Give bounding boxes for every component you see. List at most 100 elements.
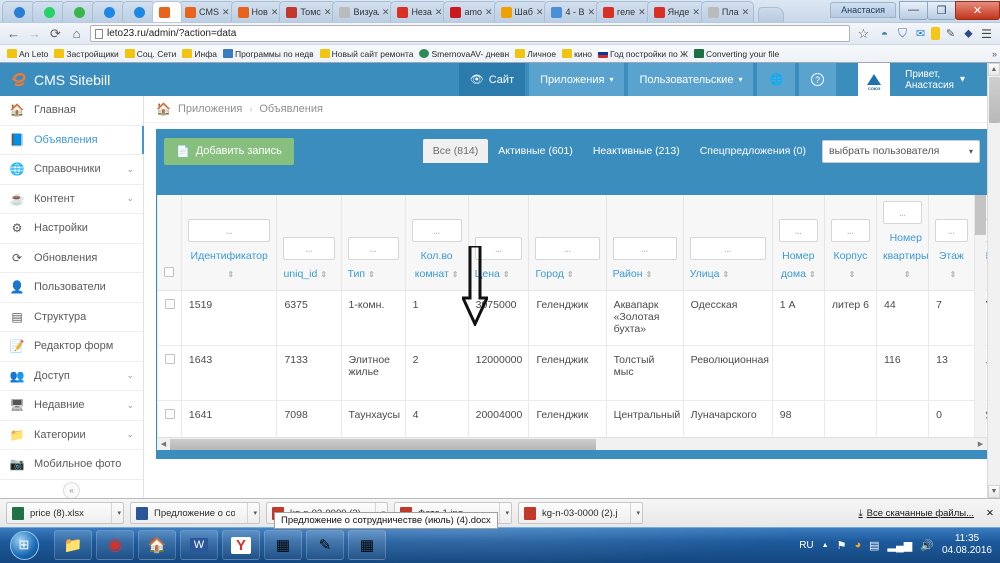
topnav-item-сайт[interactable]: 👁 Сайт xyxy=(458,63,526,96)
taskbar-yandex-button[interactable]: Y xyxy=(222,530,260,560)
close-icon[interactable]: ✕ xyxy=(485,7,493,18)
bookmark-item[interactable]: Соц. Сети xyxy=(122,49,180,59)
download-item[interactable]: kg-n-03-0000 (2).jpg ▾ xyxy=(518,502,643,524)
shield-icon[interactable]: ⛉ xyxy=(895,26,910,41)
column-header-label[interactable]: uniq_id xyxy=(283,268,317,280)
column-filter-district[interactable]: ... xyxy=(612,237,677,260)
sidebar-item-6[interactable]: 👤 Пользователи xyxy=(0,273,143,303)
filter-tab[interactable]: Спецпредложения (0) xyxy=(690,139,816,163)
column-filter-uniq_id[interactable]: ... xyxy=(283,237,335,260)
page-scroll-up-icon[interactable]: ▲ xyxy=(988,63,1000,76)
browser-tab[interactable]: Нов ✕ xyxy=(230,1,284,22)
extension-icon[interactable]: ⬥ xyxy=(961,26,976,41)
scroll-left-icon[interactable]: ◀ xyxy=(157,440,170,448)
table-row[interactable]: 1519 6375 1-комн. 1 3075000 Геленджик Аквапарк… xyxy=(157,290,987,346)
clock[interactable]: 11:35 04.08.2016 xyxy=(942,533,992,557)
show-all-downloads-link[interactable]: ⤓ Все скачанные файлы... xyxy=(858,508,974,519)
close-icon[interactable]: ✕ xyxy=(382,7,390,18)
table-horizontal-scrollbar[interactable]: ◀ ▶ xyxy=(157,437,987,450)
taskbar-paint-app-button[interactable]: ✎ xyxy=(306,530,344,560)
horizontal-scroll-thumb[interactable] xyxy=(170,438,597,450)
sort-icon[interactable]: ⇕ xyxy=(809,271,816,279)
column-filter-price[interactable]: ... xyxy=(474,237,523,260)
volume-bars-icon[interactable]: ▂▄▆ xyxy=(888,539,913,552)
language-indicator[interactable]: RU xyxy=(799,540,813,551)
network-icon[interactable]: ◕ xyxy=(854,539,861,551)
column-filter-street[interactable]: ... xyxy=(689,237,766,260)
close-downloads-bar-icon[interactable]: ✕ xyxy=(986,508,994,519)
page-info-icon[interactable] xyxy=(95,28,103,39)
column-header-label[interactable]: Этаж xyxy=(939,250,964,262)
column-header-label[interactable]: Тип xyxy=(348,268,366,280)
bookmarks-overflow-icon[interactable]: » xyxy=(992,49,997,59)
topnav-item-приложения[interactable]: Приложения ▾ xyxy=(529,63,625,96)
horizontal-scroll-track[interactable] xyxy=(170,438,974,450)
mail-icon[interactable]: ✉ xyxy=(913,26,928,41)
browser-tab[interactable]: Пла ✕ xyxy=(700,1,755,22)
taskbar-chrome-button[interactable]: ◉ xyxy=(96,530,134,560)
opera-icon[interactable]: ◓ xyxy=(877,26,892,41)
bookmark-item[interactable]: Год постройки по Ж xyxy=(595,49,691,59)
close-icon[interactable]: ✕ xyxy=(271,7,279,18)
column-header-label[interactable]: Цена xyxy=(475,268,500,280)
sort-icon[interactable]: ⇕ xyxy=(904,271,911,279)
browser-tab[interactable]: Томс ✕ xyxy=(279,1,337,22)
app-brand[interactable]: CMS Sitebill xyxy=(0,63,144,96)
sort-icon[interactable]: ⇕ xyxy=(950,271,957,279)
column-header-label[interactable]: Улица xyxy=(690,268,720,280)
bookmark-item[interactable]: Новый сайт ремонта xyxy=(317,49,417,59)
sort-icon[interactable]: ⇕ xyxy=(368,271,375,279)
window-user-tab[interactable]: Анастасия xyxy=(830,2,896,18)
window-minimize-button[interactable]: — xyxy=(899,0,928,20)
sort-icon[interactable]: ⇕ xyxy=(320,271,327,279)
bookmark-item[interactable]: Инфа xyxy=(179,49,220,59)
start-button[interactable]: ⊞ xyxy=(0,528,48,562)
bookmark-item[interactable]: Личное xyxy=(512,49,559,59)
sidebar-item-8[interactable]: 📝 Редактор форм xyxy=(0,332,143,362)
column-filter-rooms[interactable]: ... xyxy=(411,219,462,242)
new-tab-button[interactable] xyxy=(758,7,785,22)
taskbar-calculator-button[interactable]: ▦ xyxy=(348,530,386,560)
page-vertical-scrollbar[interactable]: ▲ ▼ xyxy=(987,63,1000,498)
filter-tab[interactable]: Все (814) xyxy=(422,139,489,163)
close-icon[interactable]: ✕ xyxy=(692,7,700,18)
sidebar-item-2[interactable]: 🌐 Справочники ⌄ xyxy=(0,155,143,185)
breadcrumb-parent[interactable]: Приложения xyxy=(178,103,242,115)
scroll-right-icon[interactable]: ▶ xyxy=(974,440,987,448)
column-header-label[interactable]: Идентификатор xyxy=(191,250,268,262)
menu-icon[interactable]: ☰ xyxy=(979,26,994,41)
column-filter-id[interactable]: ... xyxy=(187,219,271,242)
chevron-down-icon[interactable]: ▾ xyxy=(499,503,509,523)
bookmark-star-icon[interactable]: ☆ xyxy=(856,26,871,42)
browser-tab[interactable]: amo ✕ xyxy=(443,1,498,22)
sort-icon[interactable]: ⇕ xyxy=(452,271,459,279)
table-vertical-scrollbar[interactable]: ▼ xyxy=(975,195,986,450)
browser-tab[interactable] xyxy=(152,1,182,22)
sort-icon[interactable]: ⇕ xyxy=(567,271,574,279)
bookmark-item[interactable]: кино xyxy=(559,49,595,59)
bookmark-item[interactable]: An Leto xyxy=(4,49,51,59)
bookmark-item[interactable]: SmernovaAV- дневн xyxy=(416,49,512,59)
topnav-item-icon[interactable]: 🌐 xyxy=(757,63,796,96)
close-icon[interactable]: ✕ xyxy=(222,7,230,18)
sidebar-item-9[interactable]: 👥 Доступ ⌄ xyxy=(0,362,143,391)
forward-icon[interactable]: → xyxy=(27,26,42,41)
browser-tab[interactable]: Янде ✕ xyxy=(646,1,705,22)
taskbar-manager-button[interactable]: ▦ xyxy=(264,530,302,560)
tab-pinned-target[interactable] xyxy=(92,1,126,22)
close-icon[interactable]: ✕ xyxy=(324,7,332,18)
speaker-icon[interactable]: 🔊 xyxy=(920,539,934,552)
browser-tab[interactable]: Визуаль ✕ xyxy=(332,1,395,22)
taskbar-home-app-button[interactable]: 🏠 xyxy=(138,530,176,560)
back-icon[interactable]: ← xyxy=(6,26,21,41)
sidebar-item-11[interactable]: 📁 Категории ⌄ xyxy=(0,421,143,450)
close-icon[interactable]: ✕ xyxy=(536,7,544,18)
flag-icon[interactable]: ⚑ xyxy=(837,539,847,552)
page-scroll-thumb[interactable] xyxy=(989,77,1000,123)
close-icon[interactable]: ✕ xyxy=(435,7,443,18)
home-icon[interactable]: ⌂ xyxy=(69,26,84,41)
column-filter-floor[interactable]: ... xyxy=(935,219,968,242)
topnav-item-пользовательские[interactable]: Пользовательские ▾ xyxy=(628,63,754,96)
sidebar-item-1[interactable]: 📘 Объявления xyxy=(0,125,144,155)
close-icon[interactable]: ✕ xyxy=(742,7,750,18)
